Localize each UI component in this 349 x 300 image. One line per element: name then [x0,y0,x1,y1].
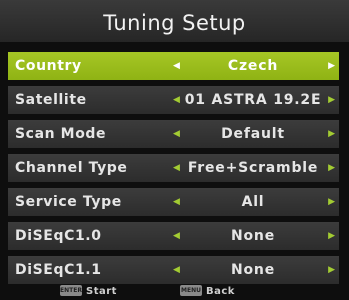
setting-value: 01 ASTRA 19.2E [184,92,322,108]
settings-list: Country ◀ Czech ▶ Satellite ◀ 01 ASTRA 1… [8,52,339,290]
setting-label: Satellite [15,92,87,108]
enter-key-icon: ENTER [60,285,82,296]
setting-row-diseqc10[interactable]: DiSEqC1.0 ◀ None ▶ [8,222,339,250]
right-arrow-icon[interactable]: ▶ [328,188,335,216]
left-arrow-icon[interactable]: ◀ [173,256,180,284]
setting-label: Scan Mode [15,126,107,142]
tuning-setup-dialog: Tuning Setup Country ◀ Czech ▶ Satellite… [0,0,349,300]
setting-label: DiSEqC1.0 [15,228,102,244]
setting-value: All [241,194,265,210]
dialog-title: Tuning Setup [0,0,349,42]
left-arrow-icon[interactable]: ◀ [173,188,180,216]
setting-value: Czech [227,58,279,74]
setting-value: None [231,228,275,244]
setting-value: Default [221,126,285,142]
setting-label: Channel Type [15,160,128,176]
setting-value: Free+Scramble [187,160,319,176]
start-hint[interactable]: Start [86,283,117,300]
left-arrow-icon[interactable]: ◀ [173,86,180,114]
left-arrow-icon[interactable]: ◀ [173,52,180,80]
setting-value: None [231,262,275,278]
setting-row-country[interactable]: Country ◀ Czech ▶ [8,52,339,80]
setting-row-channel-type[interactable]: Channel Type ◀ Free+Scramble ▶ [8,154,339,182]
menu-key-icon: MENU [180,285,202,296]
footer-hints: ENTER Start MENU Back [0,283,349,300]
setting-row-scan-mode[interactable]: Scan Mode ◀ Default ▶ [8,120,339,148]
left-arrow-icon[interactable]: ◀ [173,154,180,182]
right-arrow-icon[interactable]: ▶ [328,120,335,148]
right-arrow-icon[interactable]: ▶ [328,52,335,80]
right-arrow-icon[interactable]: ▶ [328,222,335,250]
setting-label: Service Type [15,194,122,210]
setting-label: DiSEqC1.1 [15,262,102,278]
left-arrow-icon[interactable]: ◀ [173,222,180,250]
setting-label: Country [15,58,82,74]
back-hint[interactable]: Back [206,283,235,300]
right-arrow-icon[interactable]: ▶ [328,256,335,284]
setting-row-service-type[interactable]: Service Type ◀ All ▶ [8,188,339,216]
setting-row-diseqc11[interactable]: DiSEqC1.1 ◀ None ▶ [8,256,339,284]
left-arrow-icon[interactable]: ◀ [173,120,180,148]
setting-row-satellite[interactable]: Satellite ◀ 01 ASTRA 19.2E ▶ [8,86,339,114]
right-arrow-icon[interactable]: ▶ [328,154,335,182]
right-arrow-icon[interactable]: ▶ [328,86,335,114]
